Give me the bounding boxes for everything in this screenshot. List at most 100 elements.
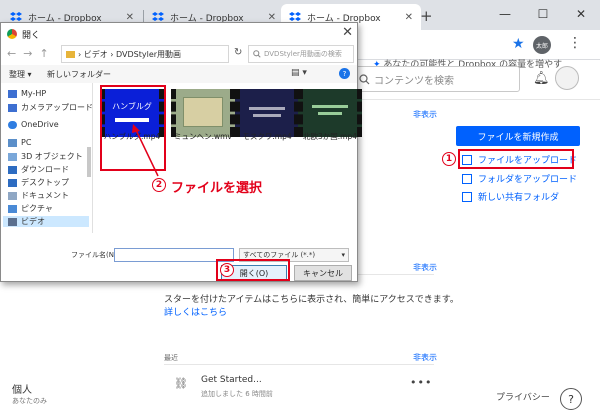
upload-folder-label: フォルダをアップロード — [478, 175, 578, 185]
map-image — [183, 97, 223, 127]
sidebar-only-you-label: あなたのみ — [12, 397, 47, 405]
nav-item-camera-upload[interactable]: カメラアップロード — [8, 102, 93, 113]
new-tab-button[interactable]: + — [420, 7, 433, 25]
dialog-toolbar: 整理 ▾ 新しいフォルダー ▤ ▾ ? — [1, 65, 357, 83]
minimize-button[interactable]: — — [486, 0, 524, 28]
select-file-annotation: ファイルを選択 — [171, 181, 263, 196]
desktop-icon — [8, 178, 17, 187]
nav-item-label: デスクトップ — [21, 178, 69, 187]
hide-link[interactable]: 非表示 — [413, 262, 437, 273]
video-thumbnail-munich[interactable] — [171, 89, 235, 137]
dialog-nav-buttons: ← → ↑ — [7, 47, 49, 60]
nav-item-my-hp[interactable]: My-HP — [8, 89, 46, 98]
nav-item-pc[interactable]: PC — [8, 138, 31, 147]
dialog-search-input[interactable]: DVDStyler用動画の検索 — [248, 45, 354, 63]
step-1-marker: 1 — [442, 152, 456, 166]
hide-link[interactable]: 非表示 — [413, 109, 437, 120]
nav-item-label: ダウンロード — [21, 165, 69, 174]
document-icon — [8, 191, 17, 200]
video-thumbnail-nordic[interactable] — [298, 89, 362, 137]
window-controls: — ☐ ✕ — [486, 0, 600, 28]
hide-link[interactable]: 非表示 — [413, 352, 437, 363]
upload-folder-action[interactable]: フォルダをアップロード — [462, 172, 577, 185]
back-arrow-icon[interactable]: ← — [7, 47, 16, 60]
selected-file-highlight — [100, 85, 166, 171]
nav-item-label: ビデオ — [21, 217, 45, 226]
view-options-icon[interactable]: ▤ ▾ — [291, 68, 307, 78]
picture-icon — [8, 204, 17, 213]
path-text: › ビデオ › DVDStyler用動画 — [78, 49, 182, 59]
refresh-icon[interactable]: ↻ — [234, 47, 242, 58]
new-shared-folder-action[interactable]: 新しい共有フォルダ — [462, 190, 559, 203]
maximize-button[interactable]: ☐ — [524, 0, 562, 28]
recent-section-label: 最近 — [164, 354, 178, 362]
nav-scrollbar[interactable] — [87, 147, 91, 177]
thumb-caption-bar — [312, 105, 348, 108]
video-folder-icon — [8, 217, 17, 226]
privacy-link[interactable]: プライバシー — [496, 390, 550, 403]
thumb-caption-bar — [249, 107, 285, 110]
nav-item-desktop[interactable]: デスクトップ — [8, 177, 69, 188]
nav-item-label: ドキュメント — [21, 191, 69, 200]
dialog-title: 開く — [22, 30, 41, 41]
thumb-caption-bar — [253, 114, 281, 117]
organize-menu[interactable]: 整理 ▾ — [9, 69, 32, 80]
cube-icon — [8, 152, 17, 161]
nav-item-3d-objects[interactable]: 3D オブジェクト — [8, 151, 83, 162]
folder-icon — [66, 50, 75, 58]
upload-folder-icon — [462, 173, 472, 184]
browser-menu-icon[interactable]: ⋮ — [568, 35, 582, 51]
step-2-marker: 2 — [152, 178, 166, 192]
window-close-button[interactable]: ✕ — [562, 0, 600, 28]
learn-more-link[interactable]: 詳しくはこちら — [164, 305, 227, 318]
close-tab-icon[interactable]: ✕ — [405, 12, 413, 23]
close-tab-icon[interactable]: ✕ — [126, 12, 134, 23]
search-placeholder: コンテンツを検索 — [374, 75, 454, 87]
close-tab-icon[interactable]: ✕ — [268, 12, 276, 23]
video-thumbnail-moscow[interactable] — [235, 89, 299, 137]
browser-profile-avatar[interactable]: 太郎 — [533, 36, 551, 54]
nav-item-onedrive[interactable]: OneDrive — [8, 120, 59, 129]
chevron-down-icon: ▾ — [341, 251, 345, 259]
cloud-icon — [8, 120, 17, 129]
nav-item-label: My-HP — [21, 89, 47, 98]
dialog-help-icon[interactable]: ? — [339, 68, 350, 79]
nav-item-label: PC — [21, 138, 32, 147]
chrome-icon — [7, 29, 17, 39]
sidebar-personal-label[interactable]: 個人 — [12, 381, 32, 396]
folder-icon — [8, 89, 17, 98]
new-shared-folder-label: 新しい共有フォルダ — [478, 193, 560, 203]
starred-empty-text: スターを付けたアイテムはこちらに表示され、簡単にアクセスできます。 — [164, 295, 459, 305]
nav-item-downloads[interactable]: ダウンロード — [8, 164, 69, 175]
nav-item-label: 3D オブジェクト — [21, 152, 83, 161]
search-input[interactable]: コンテンツを検索 — [352, 66, 520, 92]
nav-item-label: ピクチャ — [21, 204, 53, 213]
dialog-title-bar: 開く — [1, 23, 357, 45]
recent-file-name[interactable]: Get Started... — [201, 375, 262, 385]
shared-folder-icon — [462, 191, 472, 202]
cancel-button[interactable]: キャンセル — [294, 265, 352, 281]
nav-item-videos[interactable]: ビデオ — [3, 216, 89, 227]
nav-item-pictures[interactable]: ピクチャ — [8, 203, 53, 214]
file-label-nordic[interactable]: 北欧3か国.mp4 — [290, 131, 370, 142]
up-arrow-icon[interactable]: ↑ — [39, 47, 48, 60]
bookmark-star-icon[interactable]: ★ — [512, 36, 525, 52]
notification-bell-icon[interactable]: 🔔︎ — [533, 71, 550, 86]
step-3-marker: 3 — [220, 263, 234, 277]
nav-item-label: カメラアップロード — [21, 103, 93, 112]
more-options-icon[interactable]: ••• — [410, 376, 432, 389]
user-avatar[interactable] — [555, 66, 579, 90]
open-file-dialog: 開く ✕ ← → ↑ › ビデオ › DVDStyler用動画 ↻ DVDSty… — [0, 22, 362, 282]
new-folder-button[interactable]: 新しいフォルダー — [47, 69, 111, 80]
filename-label: ファイル名(N): — [71, 251, 120, 259]
forward-arrow-icon[interactable]: → — [23, 47, 32, 60]
create-file-button[interactable]: ファイルを新規作成 — [456, 126, 580, 146]
search-icon — [253, 50, 261, 58]
help-button[interactable]: ? — [560, 388, 582, 410]
dialog-search-placeholder: DVDStyler用動画の検索 — [264, 50, 342, 58]
nav-item-documents[interactable]: ドキュメント — [8, 190, 69, 201]
folder-icon — [8, 103, 17, 112]
dialog-close-button[interactable]: ✕ — [342, 25, 353, 40]
dialog-path-bar[interactable]: › ビデオ › DVDStyler用動画 — [61, 45, 229, 63]
computer-icon — [8, 138, 17, 147]
